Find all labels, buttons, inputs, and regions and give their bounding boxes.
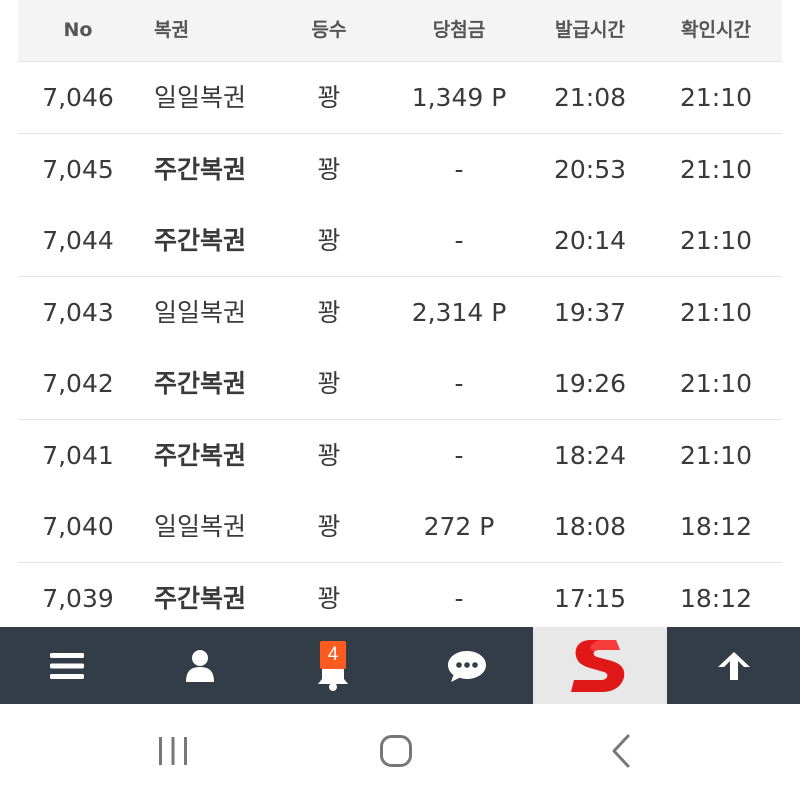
row-no: 7,043 [42,297,114,327]
row-prize: - [454,154,464,184]
table-row: 7,040 일일복권 꽝 272 P 18:08 18:12 [18,491,782,563]
header-prize: 당첨금 [432,19,486,41]
home-button[interactable] [343,704,449,798]
header-no: No [63,19,93,41]
notifications-button[interactable]: 4 [266,627,400,704]
row-prize: - [454,583,464,613]
header-issued: 발급시간 [555,19,625,41]
row-no: 7,042 [42,369,114,398]
row-lottery-type: 일일복권 [154,297,247,327]
profile-button[interactable] [133,627,266,704]
row-rank: 꽝 [317,583,341,613]
row-issued-time: 20:53 [553,154,627,184]
header-rank: 등수 [311,19,347,41]
row-lottery-type: 주간복권 [154,226,247,255]
table-row: 7,039 주간복권 꽝 - 17:15 18:12 [18,562,782,627]
row-issued-time: 18:08 [553,512,627,541]
bottom-nav-bar: 4 [0,627,800,704]
table-row: 7,044 주간복권 꽝 - 20:14 21:10 [18,205,782,277]
header-checked: 확인시간 [681,19,751,41]
scroll-top-button[interactable] [667,627,800,704]
row-checked-time: 21:10 [679,297,753,327]
row-checked-time: 21:10 [679,154,753,184]
row-rank: 꽝 [317,83,341,112]
row-checked-time: 21:10 [679,369,753,398]
menu-icon [49,652,84,679]
recents-button[interactable] [120,704,226,798]
table-row: 7,046 일일복권 꽝 1,349 P 21:08 21:10 [18,62,782,134]
row-no: 7,039 [42,583,114,613]
row-checked-time: 18:12 [679,512,753,541]
back-button[interactable] [568,704,674,798]
table-row: 7,045 주간복권 꽝 - 20:53 21:10 [18,133,782,206]
menu-button[interactable] [0,627,133,704]
row-no: 7,046 [42,83,114,112]
recents-icon [159,737,187,765]
row-prize: 1,349 P [411,83,507,112]
site-logo-button[interactable] [533,627,667,704]
row-prize: - [454,369,464,398]
table-header: No 복권 등수 당첨금 발급시간 확인시간 [18,0,782,62]
row-no: 7,045 [42,154,114,184]
header-type: 복권 [154,19,189,41]
table-row: 7,043 일일복권 꽝 2,314 P 19:37 21:10 [18,276,782,349]
notification-count-badge: 4 [320,641,346,669]
row-no: 7,040 [42,512,114,541]
row-issued-time: 21:08 [553,83,627,112]
row-lottery-type: 일일복권 [154,83,247,112]
row-checked-time: 21:10 [679,226,753,255]
row-rank: 꽝 [317,440,341,470]
row-no: 7,044 [42,226,114,255]
user-icon [185,649,214,682]
system-navigation-bar [0,704,800,798]
row-rank: 꽝 [317,154,341,184]
row-rank: 꽝 [317,512,341,541]
row-checked-time: 21:10 [679,440,753,470]
row-lottery-type: 주간복권 [154,583,247,613]
row-lottery-type: 일일복권 [154,512,247,541]
row-rank: 꽝 [317,226,341,255]
row-issued-time: 20:14 [553,226,627,255]
row-checked-time: 18:12 [679,583,753,613]
row-issued-time: 17:15 [553,583,627,613]
home-icon [380,735,412,767]
back-icon [612,734,630,768]
row-lottery-type: 주간복권 [154,440,247,470]
row-rank: 꽝 [317,369,341,398]
row-checked-time: 21:10 [679,83,753,112]
table-row: 7,042 주간복권 꽝 - 19:26 21:10 [18,348,782,420]
arrow-up-icon [717,651,750,680]
row-prize: - [454,440,464,470]
row-issued-time: 19:26 [553,369,627,398]
chat-icon [447,650,486,682]
site-logo [571,639,625,692]
row-prize: 272 P [423,512,495,541]
table-row: 7,041 주간복권 꽝 - 18:24 21:10 [18,419,782,492]
row-no: 7,041 [42,440,114,470]
lottery-results-table: No 복권 등수 당첨금 발급시간 확인시간 7,046 일일복권 꽝 1,349 P… [18,0,782,627]
chat-button[interactable] [400,627,533,704]
row-lottery-type: 주간복권 [154,154,247,184]
row-prize: 2,314 P [411,297,507,327]
row-prize: - [454,226,464,255]
row-rank: 꽝 [317,297,341,327]
row-issued-time: 19:37 [553,297,627,327]
row-lottery-type: 주간복권 [154,369,247,398]
row-issued-time: 18:24 [553,440,627,470]
